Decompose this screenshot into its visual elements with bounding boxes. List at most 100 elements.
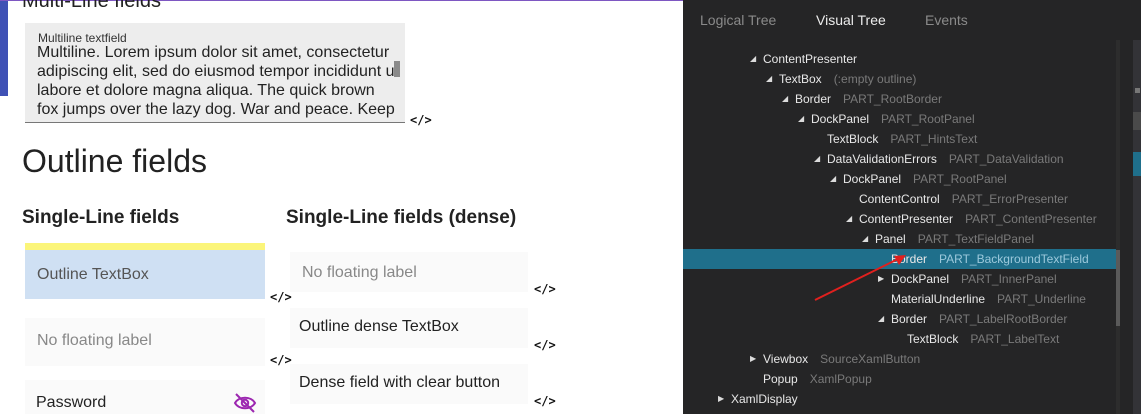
tree-scrollbar-thumb[interactable] [1116, 250, 1120, 326]
outline-dense-field[interactable]: Outline dense TextBox [290, 308, 528, 348]
tree-node-part-name: PART_DataValidation [948, 152, 1064, 166]
single-line-dense-heading: Single-Line fields (dense) [286, 207, 517, 228]
dense-clear-button-field[interactable]: Dense field with clear button [290, 364, 528, 404]
tree-row[interactable]: Popup XamlPopup [683, 369, 1116, 389]
tree-node-type: ContentPresenter [763, 52, 858, 66]
tree-row[interactable]: ◢ DataValidationErrors PART_DataValidation [683, 149, 1116, 169]
tree-node-type: TextBox [779, 72, 822, 86]
tree-node-type: TextBlock [907, 332, 959, 346]
tree-node-part-name: PART_RootPanel [913, 172, 1007, 186]
dense-no-floating-field[interactable]: No floating label [290, 252, 528, 292]
outline-textbox-field[interactable]: Outline TextBox [25, 250, 265, 299]
collapse-arrow-icon[interactable]: ◢ [878, 309, 884, 329]
tree-node-label: XamlDisplay [731, 389, 798, 409]
tree-node-label: Popup XamlPopup [763, 369, 872, 389]
tree-node-label: Panel PART_TextFieldPanel [875, 229, 1034, 249]
view-source-code-icon[interactable]: </> [270, 290, 292, 304]
collapse-arrow-icon[interactable]: ◢ [814, 149, 820, 169]
tree-node-type: ContentPresenter [859, 212, 954, 226]
tree-node-type: Panel [875, 232, 906, 246]
tree-node-type: XamlDisplay [731, 392, 798, 406]
tree-row[interactable]: ◢ Border PART_LabelRootBorder [683, 309, 1116, 329]
tree-node-label: TextBox (:empty outline) [779, 69, 916, 89]
tree-node-label: Viewbox SourceXamlButton [763, 349, 920, 369]
tree-row[interactable]: TextBlock PART_LabelText [683, 329, 1116, 349]
view-source-code-icon[interactable]: </> [534, 338, 556, 352]
tree-row[interactable]: Border PART_BackgroundTextField [683, 249, 1116, 269]
collapse-arrow-icon[interactable]: ◢ [830, 169, 836, 189]
tree-row[interactable]: ◢ TextBox (:empty outline) [683, 69, 1116, 89]
tree-node-type: DockPanel [843, 172, 902, 186]
collapse-arrow-icon[interactable]: ◢ [846, 209, 852, 229]
devtools-tabs: Logical Tree Visual Tree Events [683, 0, 1141, 40]
tree-node-part-name: PART_ErrorPresenter [951, 192, 1068, 206]
tree-node-part-name: PART_ContentPresenter [965, 212, 1097, 226]
tree-row[interactable]: ◢ DockPanel PART_RootPanel [683, 109, 1116, 129]
tree-node-label: MaterialUnderline PART_Underline [891, 289, 1086, 309]
view-source-code-icon[interactable]: </> [410, 113, 432, 127]
password-field[interactable]: Password [25, 380, 265, 414]
outline-dense-label: Outline dense TextBox [299, 318, 459, 335]
no-floating-label-field[interactable]: No floating label [25, 318, 265, 366]
tree-node-label: Border PART_BackgroundTextField [891, 249, 1089, 269]
tree-row[interactable]: TextBlock PART_HintsText [683, 129, 1116, 149]
tree-row[interactable]: ContentControl PART_ErrorPresenter [683, 189, 1116, 209]
collapse-arrow-icon[interactable]: ◢ [782, 89, 788, 109]
view-source-code-icon[interactable]: </> [270, 353, 292, 367]
tree-node-part-name: (:empty outline) [833, 72, 917, 86]
focus-highlight-bar [25, 243, 265, 250]
tree-node-type: Viewbox [763, 352, 809, 366]
tree-node-label: DockPanel PART_InnerPanel [891, 269, 1057, 289]
tree-row[interactable]: ▶ XamlDisplay [683, 389, 1116, 409]
outline-textbox-label: Outline TextBox [37, 266, 149, 283]
tree-row[interactable]: ▶ DockPanel PART_InnerPanel [683, 269, 1116, 289]
multiline-text-value[interactable]: Multiline. Lorem ipsum dolor sit amet, c… [37, 43, 399, 119]
expand-arrow-icon[interactable]: ▶ [878, 269, 884, 289]
tree-node-part-name: PART_LabelRootBorder [939, 312, 1068, 326]
tree-row[interactable]: ▶ Viewbox SourceXamlButton [683, 349, 1116, 369]
tree-row[interactable]: ◢ ContentPresenter [683, 49, 1116, 69]
no-floating-label-placeholder: No floating label [37, 332, 152, 349]
tree-node-part-name: SourceXamlButton [820, 352, 921, 366]
multiline-textfield[interactable]: Multiline textfield Multiline. Lorem ips… [25, 23, 405, 123]
tab-logical-tree[interactable]: Logical Tree [700, 12, 776, 28]
collapse-arrow-icon[interactable]: ◢ [766, 69, 772, 89]
nav-accent-strip [0, 0, 8, 96]
tree-node-part-name: PART_TextFieldPanel [917, 232, 1034, 246]
tree-node-part-name: PART_HintsText [890, 132, 978, 146]
tab-visual-tree[interactable]: Visual Tree [816, 12, 886, 28]
tree-node-label: Border PART_LabelRootBorder [891, 309, 1067, 329]
view-source-code-icon[interactable]: </> [534, 282, 556, 296]
tree-row[interactable]: ◢ DockPanel PART_RootPanel [683, 169, 1116, 189]
view-source-code-icon[interactable]: </> [534, 394, 556, 408]
eye-off-icon[interactable] [233, 392, 257, 414]
single-line-heading: Single-Line fields [22, 207, 180, 228]
dense-clear-label: Dense field with clear button [299, 374, 500, 391]
collapse-arrow-icon[interactable]: ◢ [798, 109, 804, 129]
material-demo-app: Multi-Line fields Multiline textfield Mu… [0, 0, 683, 414]
tree-node-part-name: PART_LabelText [970, 332, 1060, 346]
expand-arrow-icon[interactable]: ▶ [718, 389, 724, 409]
tree-node-part-name: PART_InnerPanel [961, 272, 1057, 286]
tree-node-type: TextBlock [827, 132, 879, 146]
dense-no-floating-placeholder: No floating label [302, 264, 417, 281]
tree-row[interactable]: ◢ Panel PART_TextFieldPanel [683, 229, 1116, 249]
collapse-arrow-icon[interactable]: ◢ [750, 49, 756, 69]
expand-arrow-icon[interactable]: ▶ [750, 349, 756, 369]
password-label: Password [36, 394, 107, 411]
tree-node-type: Border [891, 312, 928, 326]
tree-scrollbar-track[interactable] [1116, 40, 1120, 414]
tree-node-type: ContentControl [859, 192, 940, 206]
collapse-arrow-icon[interactable]: ◢ [862, 229, 868, 249]
multiline-scrollbar[interactable] [394, 61, 400, 77]
tree-row[interactable]: ◢ ContentPresenter PART_ContentPresenter [683, 209, 1116, 229]
tree-node-label: Border PART_RootBorder [795, 89, 942, 109]
tree-row[interactable]: MaterialUnderline PART_Underline [683, 289, 1116, 309]
multi-line-section-title: Multi-Line fields [22, 0, 161, 12]
tree-node-type: Border [891, 252, 928, 266]
tree-node-part-name: PART_Underline [997, 292, 1086, 306]
tree-row[interactable]: ◢ Border PART_RootBorder [683, 89, 1116, 109]
tree-node-part-name: PART_BackgroundTextField [939, 252, 1089, 266]
tree-node-label: TextBlock PART_HintsText [827, 129, 977, 149]
tab-events[interactable]: Events [925, 12, 968, 28]
